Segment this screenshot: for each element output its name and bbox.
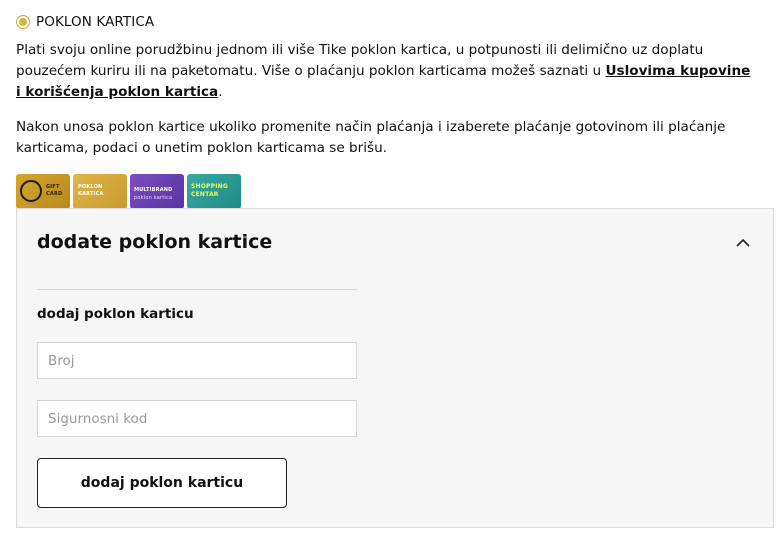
- add-card-button[interactable]: dodaj poklon karticu: [37, 458, 287, 508]
- panel-title: dodate poklon kartice: [37, 231, 273, 253]
- card-line: POKLON: [78, 184, 103, 190]
- payment-page: POKLON KARTICA Plati svoju online porudž…: [0, 0, 784, 549]
- radio-dot: [19, 18, 27, 26]
- shopping-centar-logo: SHOPPING CENTAR: [187, 174, 241, 209]
- radio-selected-icon[interactable]: [16, 15, 30, 29]
- multibrand-logo: MULTIBRAND poklon kartica: [130, 174, 184, 209]
- poklon-kartica-option[interactable]: POKLON KARTICA: [16, 12, 154, 32]
- section-divider: [37, 289, 357, 290]
- card-line: KARTICA: [78, 191, 104, 197]
- card-line: GIFT: [46, 184, 60, 190]
- description-paragraph-1: Plati svoju online porudžbinu jednom ili…: [16, 40, 756, 103]
- card-line: CENTAR: [191, 191, 219, 198]
- description-paragraph-2: Nakon unosa poklon kartice ukoliko prome…: [16, 119, 726, 156]
- card-number-input[interactable]: [37, 342, 357, 379]
- card-line: SHOPPING: [191, 183, 229, 190]
- security-code-input[interactable]: [37, 400, 357, 437]
- gift-card-mark-icon: [20, 180, 42, 202]
- poklon-kartica-logo: POKLON KARTICA: [73, 174, 127, 209]
- add-card-label: dodaj poklon karticu: [37, 306, 194, 322]
- chevron-up-icon[interactable]: [735, 235, 751, 251]
- payment-option-label: POKLON KARTICA: [36, 14, 155, 30]
- card-line: MULTIBRAND: [134, 187, 173, 193]
- gift-card-logos: GIFT CARD POKLON KARTICA MULTIBRAND pokl…: [16, 174, 241, 209]
- gift-card-logo: GIFT CARD: [16, 174, 70, 209]
- description-text: Plati svoju online porudžbinu jednom ili…: [16, 42, 704, 79]
- gift-cards-panel: dodate poklon kartice dodaj poklon karti…: [16, 208, 774, 528]
- card-line: poklon kartica: [134, 195, 173, 201]
- description-text-end: .: [218, 84, 223, 100]
- card-line: CARD: [46, 191, 63, 197]
